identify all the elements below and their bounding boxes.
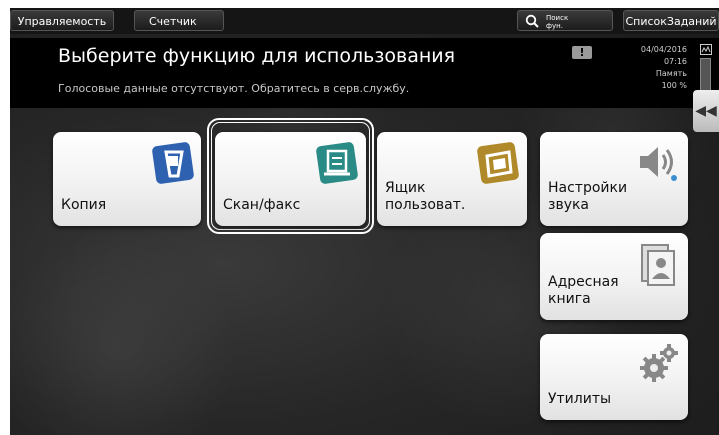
warning-icon[interactable]: ! (572, 46, 592, 59)
side-panel-tab[interactable]: ◀◀ (693, 90, 719, 132)
gears-icon (640, 344, 678, 382)
function-search-button[interactable]: Поиск фун. (517, 10, 613, 31)
scan-fax-label: Скан/факс (223, 197, 301, 213)
search-icon (525, 14, 539, 28)
search-label-line1: Поиск (546, 14, 569, 22)
address-book-tile[interactable]: Адресная книга (540, 233, 688, 320)
job-list-button[interactable]: СписокЗаданий (623, 10, 719, 31)
page-title: Выберите функцию для использования (58, 45, 456, 67)
copy-icon (152, 142, 194, 184)
time-display: 07:16 (663, 57, 687, 66)
sound-settings-label: Настройки звука (548, 180, 628, 213)
header: Выберите функцию для использования Голос… (10, 38, 719, 108)
copy-label: Копия (61, 197, 107, 213)
memory-label: Память (655, 69, 687, 78)
utilities-label: Утилиты (548, 391, 612, 407)
address-book-icon (641, 244, 675, 286)
scan-fax-tile[interactable]: Скан/факс (215, 132, 366, 226)
user-box-label: Ящик пользоват. (385, 180, 466, 213)
sound-settings-tile[interactable]: Настройки звука (540, 132, 688, 226)
main-screen: Управляемость Счетчик Поиск фун. СписокЗ… (10, 8, 719, 435)
scan-fax-icon (316, 142, 358, 184)
date-display: 04/04/2016 (640, 45, 687, 54)
user-box-tile[interactable]: Ящик пользоват. (377, 132, 527, 226)
network-icon (700, 44, 712, 55)
utilities-tile[interactable]: Утилиты (540, 334, 688, 420)
copy-tile[interactable]: Копия (53, 132, 201, 226)
top-bar: Управляемость Счетчик Поиск фун. СписокЗ… (10, 8, 719, 34)
address-book-label: Адресная книга (548, 274, 619, 307)
memory-value: 100 % (661, 81, 687, 90)
side-tab-arrow-icon: ◀◀ (695, 103, 717, 119)
search-label-line2: фун. (546, 22, 563, 30)
status-message: Голосовые данные отсутствуют. Обратитесь… (58, 82, 410, 95)
speaker-icon (640, 147, 677, 181)
user-box-icon (477, 142, 519, 184)
counter-button[interactable]: Счетчик (134, 10, 224, 31)
utility-button[interactable]: Управляемость (10, 10, 114, 31)
